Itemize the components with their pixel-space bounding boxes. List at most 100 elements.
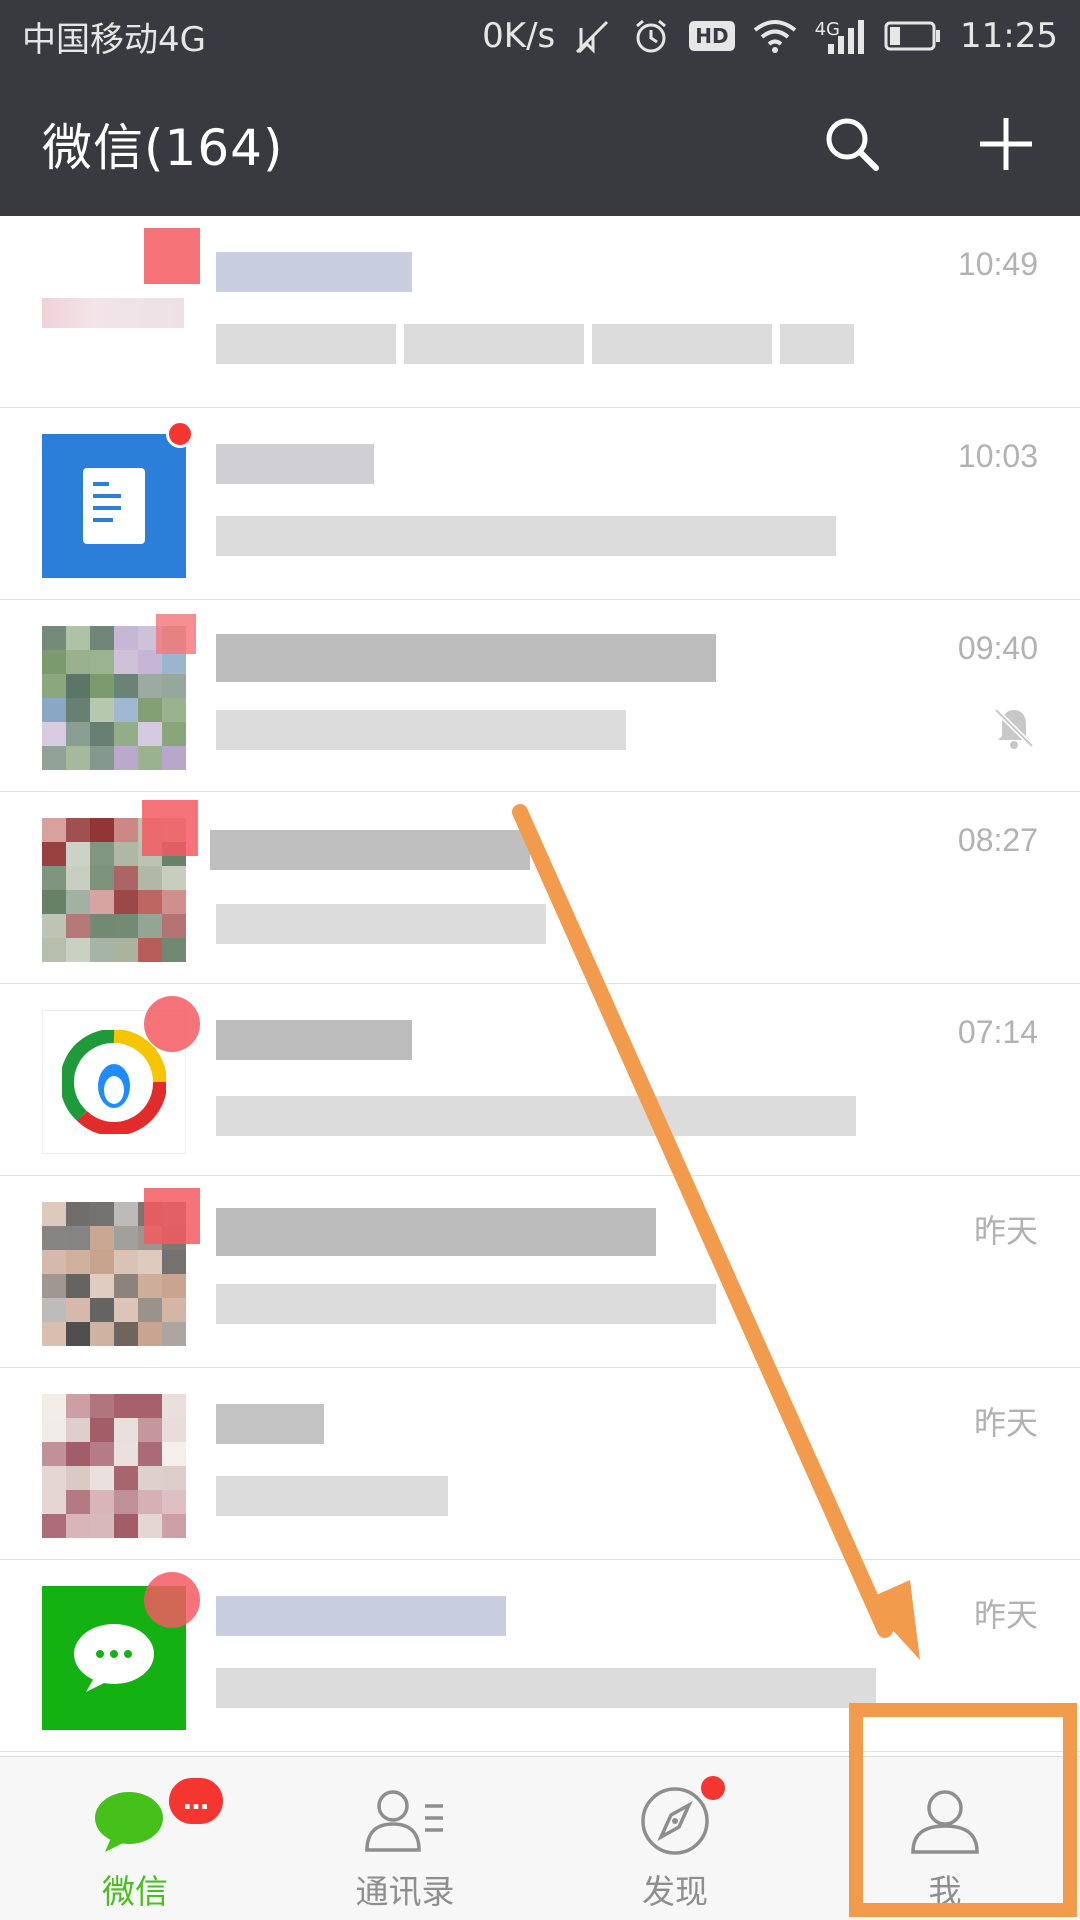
avatar-mosaic-cell xyxy=(162,890,186,914)
chat-name-redacted xyxy=(216,1596,506,1636)
chat-item[interactable]: 07:14 xyxy=(0,984,1080,1176)
chat-item[interactable]: 昨天 xyxy=(0,1368,1080,1560)
avatar-mosaic-cell xyxy=(114,1394,138,1418)
tab-discover[interactable]: 发现 xyxy=(540,1757,810,1920)
avatar-mosaic-cell xyxy=(90,1298,114,1322)
unread-count-badge: … xyxy=(166,1775,226,1827)
chat-preview-redacted xyxy=(216,1668,876,1708)
avatar-mosaic-cell xyxy=(66,626,90,650)
avatar-mosaic-cell xyxy=(114,1274,138,1298)
avatar-mosaic-cell xyxy=(114,722,138,746)
avatar-mosaic-cell xyxy=(42,866,66,890)
avatar-mosaic-cell xyxy=(90,1418,114,1442)
avatar-mosaic-cell xyxy=(90,818,114,842)
chat-time: 10:49 xyxy=(957,246,1038,282)
avatar-mosaic-cell xyxy=(138,1418,162,1442)
chat-item[interactable]: 10:49 xyxy=(0,216,1080,408)
avatar-mosaic-cell xyxy=(90,914,114,938)
avatar-mosaic-cell xyxy=(114,1490,138,1514)
avatar-mosaic-cell xyxy=(90,1322,114,1346)
search-button[interactable] xyxy=(820,112,884,176)
chat-time: 07:14 xyxy=(957,1014,1038,1050)
avatar-mosaic-cell xyxy=(42,626,66,650)
avatar-mosaic-cell xyxy=(138,1394,162,1418)
avatar-mosaic-cell xyxy=(90,938,114,962)
unread-badge xyxy=(156,614,196,654)
avatar-mosaic-cell xyxy=(114,1322,138,1346)
avatar-mosaic-cell xyxy=(162,866,186,890)
chat-time: 10:03 xyxy=(957,438,1038,474)
avatar-mosaic-cell xyxy=(42,1274,66,1298)
avatar-mosaic-cell xyxy=(90,626,114,650)
chat-preview-redacted xyxy=(216,1476,448,1516)
avatar-mosaic-cell xyxy=(162,1322,186,1346)
avatar-mosaic-cell xyxy=(138,1490,162,1514)
avatar-mosaic-cell xyxy=(90,842,114,866)
avatar-mosaic-cell xyxy=(114,938,138,962)
avatar-mosaic-cell xyxy=(162,1490,186,1514)
avatar-mosaic-cell xyxy=(114,818,138,842)
page-title: 微信(164) xyxy=(42,119,284,177)
document-icon xyxy=(83,468,145,544)
alarm-icon xyxy=(631,16,671,56)
avatar-mosaic-cell xyxy=(66,746,90,770)
chat-item[interactable]: 09:40 xyxy=(0,600,1080,792)
chat-item[interactable]: 昨天 xyxy=(0,1560,1080,1752)
avatar-mosaic-cell xyxy=(42,1322,66,1346)
avatar-mosaic-cell xyxy=(66,1442,90,1466)
avatar-mosaic-cell xyxy=(138,938,162,962)
avatar-mosaic-cell xyxy=(42,746,66,770)
avatar-mosaic-cell xyxy=(66,1490,90,1514)
avatar-mosaic-cell xyxy=(90,698,114,722)
new-content-dot xyxy=(698,1773,728,1803)
avatar-mosaic-cell xyxy=(138,1442,162,1466)
avatar-mosaic-cell xyxy=(42,1490,66,1514)
avatar-mosaic-cell xyxy=(66,1298,90,1322)
avatar-mosaic-cell xyxy=(66,698,90,722)
unread-badge xyxy=(144,996,200,1052)
tab-label: 我 xyxy=(928,1872,962,1911)
add-button[interactable] xyxy=(974,112,1038,176)
avatar-mosaic-cell xyxy=(138,746,162,770)
status-icons: 0K/s HD 4G 11:25 xyxy=(482,16,1058,56)
avatar-mosaic-cell xyxy=(42,890,66,914)
avatar-mosaic-cell xyxy=(114,1466,138,1490)
chat-item[interactable]: 08:27 xyxy=(0,792,1080,984)
cellular-signal: 4G xyxy=(815,18,866,54)
avatar-mosaic-cell xyxy=(114,1226,138,1250)
avatar-mosaic-cell xyxy=(90,1226,114,1250)
chat-item[interactable]: 昨天 xyxy=(0,1176,1080,1368)
avatar-mosaic-cell xyxy=(138,674,162,698)
avatar-mosaic-cell xyxy=(138,1250,162,1274)
avatar-mosaic-cell xyxy=(42,722,66,746)
chat-name-redacted xyxy=(216,1208,656,1256)
avatar-mosaic-cell xyxy=(114,650,138,674)
avatar-mosaic-cell xyxy=(66,890,90,914)
wechat-bubble-icon xyxy=(74,1624,154,1692)
avatar-mosaic-cell xyxy=(90,1490,114,1514)
chat-item[interactable]: 10:03 xyxy=(0,408,1080,600)
avatar-mosaic-cell xyxy=(66,722,90,746)
avatar-mosaic-cell xyxy=(138,698,162,722)
avatar-mosaic-cell xyxy=(162,722,186,746)
avatar-mosaic-cell xyxy=(90,1202,114,1226)
vibrate-off-icon xyxy=(573,16,613,56)
tab-contacts[interactable]: 通讯录 xyxy=(270,1757,540,1920)
tab-wechat[interactable]: … 微信 xyxy=(0,1757,270,1920)
chat-time: 09:40 xyxy=(957,630,1038,666)
avatar-mosaic-cell xyxy=(162,1466,186,1490)
network-speed: 0K/s xyxy=(482,16,556,56)
avatar-mosaic-cell xyxy=(114,626,138,650)
avatar-mosaic-cell xyxy=(66,818,90,842)
chat-name-redacted xyxy=(216,1404,324,1444)
tab-me[interactable]: 我 xyxy=(810,1757,1080,1920)
tab-label: 通讯录 xyxy=(355,1872,455,1911)
avatar-mosaic-cell xyxy=(90,1442,114,1466)
avatar-mosaic-cell xyxy=(66,1322,90,1346)
avatar-mosaic-cell xyxy=(90,650,114,674)
avatar-mosaic-cell xyxy=(162,1442,186,1466)
chat-bubbles-icon xyxy=(93,1783,177,1859)
avatar-mosaic-cell xyxy=(42,938,66,962)
chat-time: 昨天 xyxy=(973,1213,1038,1249)
avatar-mosaic-cell xyxy=(42,1418,66,1442)
